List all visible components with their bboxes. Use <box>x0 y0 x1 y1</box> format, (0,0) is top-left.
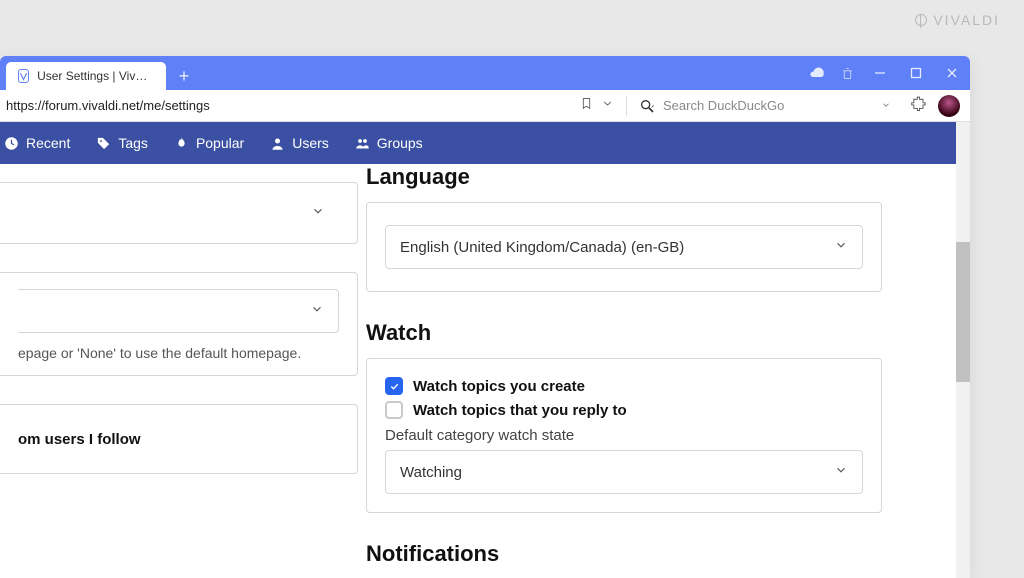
watch-reply-row: Watch topics that you reply to <box>385 401 863 419</box>
watch-reply-label: Watch topics that you reply to <box>413 402 627 419</box>
watch-heading: Watch <box>366 320 882 346</box>
left-panel-1 <box>0 182 358 244</box>
vivaldi-watermark: VIVALDI <box>915 12 1000 28</box>
clock-icon <box>4 136 19 151</box>
watch-create-checkbox[interactable] <box>385 377 403 395</box>
vivaldi-favicon <box>18 69 29 83</box>
language-heading: Language <box>366 164 882 190</box>
new-tab-button[interactable]: + <box>170 62 198 90</box>
watch-default-select[interactable]: Watching <box>385 450 863 494</box>
content-viewport: Recent Tags Popular Users Groups <box>0 122 970 578</box>
toolbar-end <box>903 95 960 117</box>
search-container <box>631 97 899 115</box>
chevron-down-icon <box>834 238 848 256</box>
url-input-container[interactable] <box>6 94 568 118</box>
watch-create-label: Watch topics you create <box>413 378 585 395</box>
scrollbar-thumb[interactable] <box>956 242 970 382</box>
trash-icon[interactable] <box>832 56 862 90</box>
tab-title: User Settings | Vivaldi Forum <box>37 69 154 83</box>
left-column: epage or 'None' to use the default homep… <box>0 164 358 578</box>
watch-default-value: Watching <box>400 464 462 481</box>
watch-create-row: Watch topics you create <box>385 377 863 395</box>
tag-icon <box>96 136 111 151</box>
bookmark-controls <box>572 97 622 115</box>
fire-icon <box>174 136 189 151</box>
nav-users[interactable]: Users <box>270 135 329 151</box>
search-dropdown-icon[interactable] <box>881 97 891 115</box>
chevron-down-icon <box>311 204 325 222</box>
watch-panel: Watch topics you create Watch topics tha… <box>366 358 882 513</box>
address-bar-row <box>0 90 970 122</box>
language-select[interactable]: English (United Kingdom/Canada) (en-GB) <box>385 225 863 269</box>
homepage-select[interactable] <box>18 289 339 333</box>
watch-default-label: Default category watch state <box>385 427 863 444</box>
nav-popular[interactable]: Popular <box>174 135 244 151</box>
settings-body: epage or 'None' to use the default homep… <box>0 164 970 578</box>
bookmark-dropdown-icon[interactable] <box>601 97 614 115</box>
extensions-icon[interactable] <box>911 95 928 117</box>
close-button[interactable] <box>934 56 970 90</box>
right-column: Language English (United Kingdom/Canada)… <box>358 164 898 578</box>
language-panel: English (United Kingdom/Canada) (en-GB) <box>366 202 882 292</box>
notifications-heading: Notifications <box>366 541 882 567</box>
separator <box>626 96 627 116</box>
active-tab[interactable]: User Settings | Vivaldi Forum <box>6 62 166 90</box>
forum-nav: Recent Tags Popular Users Groups <box>0 122 970 164</box>
chevron-down-icon <box>834 463 848 481</box>
users-icon <box>355 136 370 151</box>
left-panel-2: epage or 'None' to use the default homep… <box>0 272 358 376</box>
search-engine-icon[interactable] <box>639 98 655 114</box>
minimize-button[interactable] <box>862 56 898 90</box>
homepage-hint: epage or 'None' to use the default homep… <box>18 345 339 361</box>
profile-avatar[interactable] <box>938 95 960 117</box>
titlebar: User Settings | Vivaldi Forum + <box>0 56 970 90</box>
user-icon <box>270 136 285 151</box>
nav-recent[interactable]: Recent <box>4 135 70 151</box>
bookmark-icon[interactable] <box>580 97 593 115</box>
chevron-down-icon <box>310 302 324 320</box>
nav-tags[interactable]: Tags <box>96 135 148 151</box>
watch-reply-checkbox[interactable] <box>385 401 403 419</box>
left-panel-3: om users I follow <box>0 404 358 474</box>
url-input[interactable] <box>6 98 568 113</box>
search-input[interactable] <box>663 98 873 113</box>
window-controls <box>802 56 970 90</box>
nav-groups[interactable]: Groups <box>355 135 423 151</box>
follow-label: om users I follow <box>18 431 141 448</box>
maximize-button[interactable] <box>898 56 934 90</box>
browser-window: User Settings | Vivaldi Forum + <box>0 56 970 578</box>
language-value: English (United Kingdom/Canada) (en-GB) <box>400 239 684 256</box>
sync-cloud-icon[interactable] <box>802 56 832 90</box>
left-select-1[interactable] <box>297 191 339 235</box>
